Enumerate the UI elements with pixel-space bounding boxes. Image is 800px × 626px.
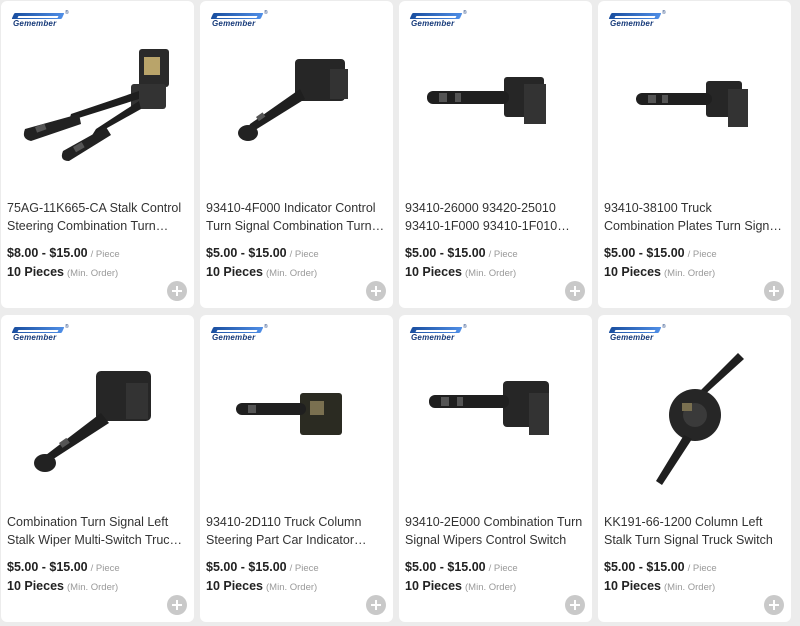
price-row: $5.00 - $15.00/ Piece [206, 246, 319, 260]
product-price: $8.00 - $15.00 [7, 246, 88, 260]
min-order-label: (Min. Order) [266, 268, 318, 279]
product-card[interactable]: Gemember ® 75AG-11K665-CA Stalk Control S… [1, 1, 194, 308]
product-card[interactable]: Gemember ® 93410-4F000 Indicator Control … [200, 1, 393, 308]
product-price: $5.00 - $15.00 [405, 246, 486, 260]
product-image[interactable] [399, 343, 592, 503]
product-title[interactable]: 93410-2D110 Truck Column Steering Part C… [206, 513, 386, 549]
add-icon[interactable] [565, 595, 585, 615]
moq-row: 10 Pieces (Min. Order) [7, 579, 118, 593]
min-order-qty: 10 Pieces [405, 579, 462, 593]
product-card[interactable]: Gemember ® 93410-2D110 Truck Column Steer… [200, 315, 393, 622]
product-image[interactable] [200, 343, 393, 503]
moq-row: 10 Pieces (Min. Order) [405, 579, 516, 593]
moq-row: 10 Pieces (Min. Order) [206, 265, 317, 279]
product-title[interactable]: 93410-4F000 Indicator Control Turn Signa… [206, 199, 386, 235]
min-order-qty: 10 Pieces [604, 579, 661, 593]
moq-row: 10 Pieces (Min. Order) [7, 265, 118, 279]
product-card[interactable]: Gemember ® KK191-66-1200 Column Left Stal… [598, 315, 791, 622]
price-row: $5.00 - $15.00/ Piece [604, 560, 717, 574]
min-order-qty: 10 Pieces [206, 579, 263, 593]
product-title[interactable]: 93410-26000 93420-25010 93410-1F000 9341… [405, 199, 585, 235]
product-image[interactable] [1, 343, 194, 503]
price-unit: / Piece [488, 563, 518, 574]
price-unit: / Piece [687, 249, 717, 260]
price-row: $5.00 - $15.00/ Piece [405, 246, 518, 260]
product-card[interactable]: Gemember ® 93410-26000 93420-25010 93410-… [399, 1, 592, 308]
product-title[interactable]: 93410-2E000 Combination Turn Signal Wipe… [405, 513, 585, 549]
price-unit: / Piece [90, 563, 120, 574]
price-row: $5.00 - $15.00/ Piece [405, 560, 518, 574]
brand-logo-icon: Gemember ® [409, 324, 467, 342]
min-order-qty: 10 Pieces [604, 265, 661, 279]
brand-logo-icon: Gemember ® [210, 324, 268, 342]
product-price: $5.00 - $15.00 [7, 560, 88, 574]
product-title[interactable]: 93410-38100 Truck Combination Plates Tur… [604, 199, 784, 235]
min-order-qty: 10 Pieces [206, 265, 263, 279]
product-price: $5.00 - $15.00 [206, 560, 287, 574]
product-price: $5.00 - $15.00 [604, 560, 685, 574]
product-title[interactable]: 75AG-11K665-CA Stalk Control Steering Co… [7, 199, 187, 235]
price-row: $5.00 - $15.00/ Piece [7, 560, 120, 574]
min-order-label: (Min. Order) [465, 268, 517, 279]
brand-logo-icon: Gemember ® [409, 10, 467, 28]
brand-logo-icon: Gemember ® [608, 324, 666, 342]
min-order-label: (Min. Order) [664, 582, 716, 593]
add-icon[interactable] [366, 281, 386, 301]
min-order-label: (Min. Order) [67, 582, 119, 593]
product-card[interactable]: Gemember ® 93410-2E000 Combination Turn S… [399, 315, 592, 622]
add-icon[interactable] [764, 595, 784, 615]
min-order-qty: 10 Pieces [7, 265, 64, 279]
price-row: $5.00 - $15.00/ Piece [206, 560, 319, 574]
add-icon[interactable] [167, 595, 187, 615]
brand-logo-icon: Gemember ® [11, 324, 69, 342]
product-image[interactable] [598, 29, 791, 189]
product-image[interactable] [598, 343, 791, 503]
brand-logo-icon: Gemember ® [210, 10, 268, 28]
price-unit: / Piece [488, 249, 518, 260]
price-unit: / Piece [687, 563, 717, 574]
min-order-label: (Min. Order) [266, 582, 318, 593]
add-icon[interactable] [366, 595, 386, 615]
product-title[interactable]: Combination Turn Signal Left Stalk Wiper… [7, 513, 187, 549]
moq-row: 10 Pieces (Min. Order) [604, 265, 715, 279]
add-icon[interactable] [764, 281, 784, 301]
product-card[interactable]: Gemember ® Combination Turn Signal Left S… [1, 315, 194, 622]
moq-row: 10 Pieces (Min. Order) [604, 579, 715, 593]
moq-row: 10 Pieces (Min. Order) [405, 265, 516, 279]
min-order-label: (Min. Order) [67, 268, 119, 279]
moq-row: 10 Pieces (Min. Order) [206, 579, 317, 593]
product-price: $5.00 - $15.00 [405, 560, 486, 574]
add-icon[interactable] [167, 281, 187, 301]
product-grid: Gemember ® 75AG-11K665-CA Stalk Control S… [0, 0, 800, 626]
product-card[interactable]: Gemember ® 93410-38100 Truck Combination … [598, 1, 791, 308]
min-order-label: (Min. Order) [465, 582, 517, 593]
price-row: $5.00 - $15.00/ Piece [604, 246, 717, 260]
product-price: $5.00 - $15.00 [206, 246, 287, 260]
product-image[interactable] [200, 29, 393, 189]
price-unit: / Piece [289, 563, 319, 574]
min-order-qty: 10 Pieces [7, 579, 64, 593]
min-order-label: (Min. Order) [664, 268, 716, 279]
product-title[interactable]: KK191-66-1200 Column Left Stalk Turn Sig… [604, 513, 784, 549]
product-image[interactable] [1, 29, 194, 189]
min-order-qty: 10 Pieces [405, 265, 462, 279]
product-image[interactable] [399, 29, 592, 189]
price-unit: / Piece [90, 249, 120, 260]
price-row: $8.00 - $15.00/ Piece [7, 246, 120, 260]
add-icon[interactable] [565, 281, 585, 301]
brand-logo-icon: Gemember ® [11, 10, 69, 28]
product-price: $5.00 - $15.00 [604, 246, 685, 260]
brand-logo-icon: Gemember ® [608, 10, 666, 28]
price-unit: / Piece [289, 249, 319, 260]
